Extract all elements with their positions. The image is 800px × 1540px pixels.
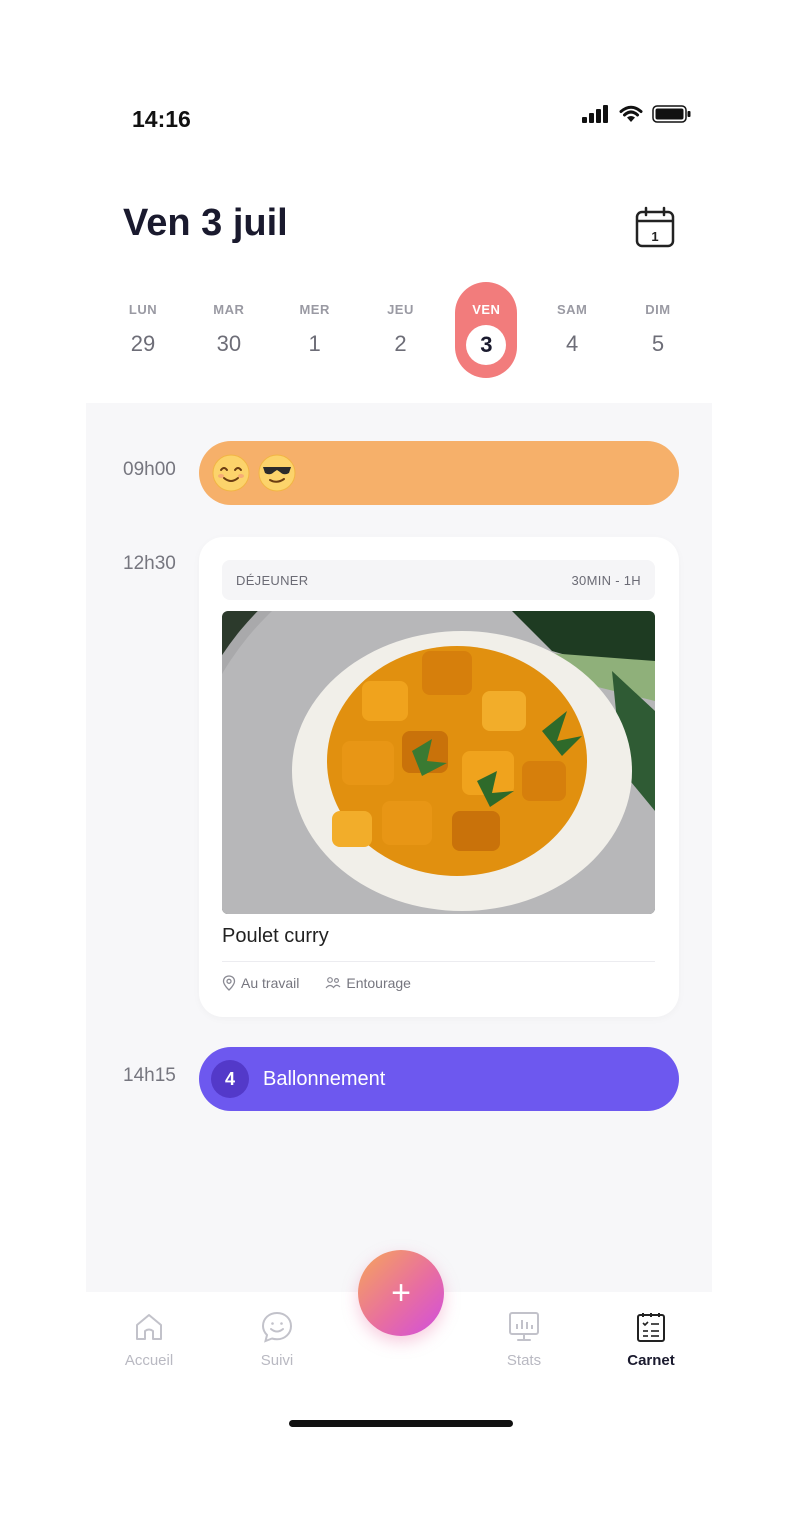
mood-entry[interactable] (199, 441, 679, 505)
symptom-label: Ballonnement (263, 1067, 386, 1090)
meal-type: DÉJEUNER (236, 572, 309, 588)
tab-label: Stats (506, 1352, 542, 1369)
status-time: 14:16 (132, 106, 191, 132)
day-number: 3 (466, 325, 507, 365)
home-indicator[interactable] (289, 1420, 513, 1427)
time-label: 14h15 (123, 1065, 176, 1086)
tab-home[interactable]: Accueil (104, 1310, 194, 1369)
add-button[interactable]: + (358, 1250, 444, 1336)
day-name: MER (299, 302, 330, 317)
calendar-day: 1 (651, 229, 658, 244)
day-sat[interactable]: SAM 4 (541, 282, 603, 378)
chat-smile-icon (261, 1311, 293, 1343)
day-number: 30 (216, 331, 242, 356)
people-icon (325, 977, 341, 989)
day-name: MAR (213, 302, 245, 317)
signal-icon (582, 105, 608, 123)
sunglasses-face-icon (258, 454, 296, 492)
battery-icon (652, 105, 691, 123)
week-strip: LUN 29 MAR 30 MER 1 JEU 2 VEN 3 SAM 4 DI… (112, 282, 689, 382)
calendar-icon: 1 (635, 206, 675, 248)
day-sun[interactable]: DIM 5 (627, 282, 689, 378)
journal-icon (637, 1313, 665, 1342)
curry-dish-image (222, 611, 655, 914)
calendar-button[interactable]: 1 (634, 206, 676, 250)
day-fri-selected[interactable]: VEN 3 (455, 282, 518, 378)
day-number: 1 (308, 331, 321, 356)
location-pin-icon (222, 975, 236, 991)
tab-label: Suivi (260, 1352, 294, 1369)
meal-header: DÉJEUNER 30MIN - 1H (222, 560, 655, 600)
company-label: Entourage (346, 975, 411, 991)
day-name: LUN (128, 302, 158, 317)
day-number: 2 (394, 331, 407, 356)
meal-meta: Au travail Entourage (222, 975, 411, 991)
day-number: 29 (130, 331, 156, 356)
meal-company: Entourage (325, 975, 411, 991)
day-name: SAM (556, 302, 588, 317)
location-label: Au travail (241, 975, 300, 991)
symptom-intensity-badge: 4 (211, 1060, 249, 1098)
meal-duration: 30MIN - 1H (571, 572, 641, 588)
divider (222, 961, 655, 962)
day-name: JEU (387, 302, 414, 317)
app-screen: 14:16 Ven 3 juil 1 LUN 29 MAR 30 MER 1 J… (86, 60, 712, 1480)
home-icon (136, 1314, 162, 1340)
stats-board-icon (509, 1312, 539, 1341)
meal-card[interactable]: DÉJEUNER 30MIN - 1H Poulet curry Au trav… (199, 537, 679, 1017)
timeline: 09h00 12h30 DÉJEUNER 30MIN - 1H Poulet c… (86, 403, 712, 1293)
wifi-icon (619, 105, 643, 122)
page-title: Ven 3 juil (123, 202, 288, 244)
meal-name: Poulet curry (222, 925, 329, 947)
tab-label: Carnet (627, 1352, 675, 1369)
status-icons (582, 104, 692, 124)
time-label: 12h30 (123, 553, 176, 574)
tab-tracking[interactable]: Suivi (232, 1310, 322, 1369)
day-number: 4 (566, 331, 579, 356)
day-thu[interactable]: JEU 2 (369, 282, 431, 378)
tab-stats[interactable]: Stats (479, 1310, 569, 1369)
day-mon[interactable]: LUN 29 (112, 282, 174, 378)
day-name: VEN (472, 302, 501, 317)
tab-journal[interactable]: Carnet (606, 1310, 696, 1369)
tab-label: Accueil (124, 1352, 174, 1369)
day-tue[interactable]: MAR 30 (198, 282, 260, 378)
day-name: DIM (645, 302, 671, 317)
meal-location: Au travail (222, 975, 299, 991)
smiling-face-icon (212, 454, 250, 492)
day-number: 5 (651, 331, 665, 356)
meal-photo (222, 611, 655, 914)
day-wed[interactable]: MER 1 (284, 282, 346, 378)
symptom-entry[interactable]: 4 Ballonnement (199, 1047, 679, 1111)
time-label: 09h00 (123, 459, 176, 480)
